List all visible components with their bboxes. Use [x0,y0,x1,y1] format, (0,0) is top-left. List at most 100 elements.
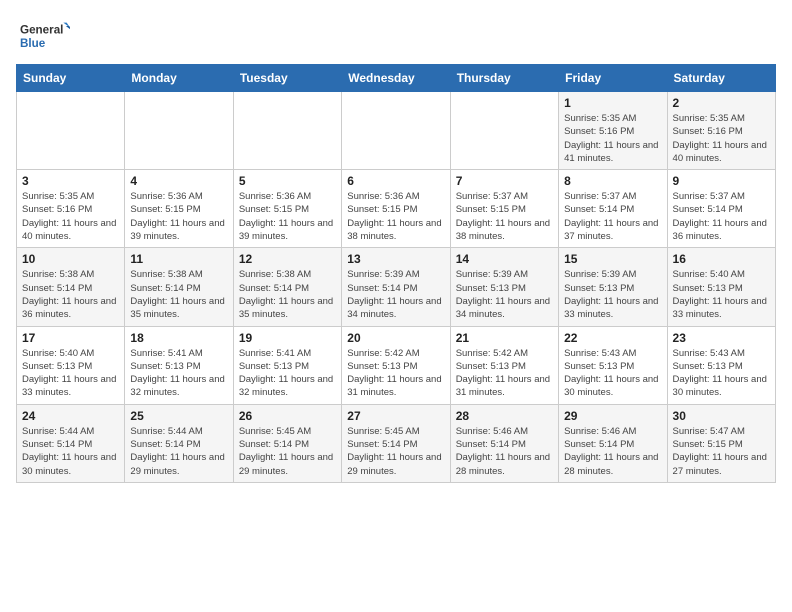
day-number: 30 [673,409,770,423]
calendar-cell: 16 Sunrise: 5:40 AM Sunset: 5:13 PM Dayli… [667,248,775,326]
day-info: Sunrise: 5:46 AM Sunset: 5:14 PM Dayligh… [456,425,553,478]
day-info: Sunrise: 5:41 AM Sunset: 5:13 PM Dayligh… [239,347,336,400]
calendar-wrapper: SundayMondayTuesdayWednesdayThursdayFrid… [0,64,792,491]
calendar-cell: 6 Sunrise: 5:36 AM Sunset: 5:15 PM Daylig… [342,170,450,248]
day-number: 12 [239,252,336,266]
calendar-cell: 7 Sunrise: 5:37 AM Sunset: 5:15 PM Daylig… [450,170,558,248]
calendar-cell [125,92,233,170]
day-number: 11 [130,252,227,266]
day-info: Sunrise: 5:40 AM Sunset: 5:13 PM Dayligh… [673,268,770,321]
day-number: 13 [347,252,444,266]
day-number: 23 [673,331,770,345]
day-number: 9 [673,174,770,188]
day-number: 7 [456,174,553,188]
day-info: Sunrise: 5:36 AM Sunset: 5:15 PM Dayligh… [347,190,444,243]
calendar-cell: 11 Sunrise: 5:38 AM Sunset: 5:14 PM Dayli… [125,248,233,326]
weekday-header: Wednesday [342,65,450,92]
calendar-week-row: 17Sunrise: 5:40 AM Sunset: 5:13 PM Dayli… [17,326,776,404]
calendar-week-row: 1Sunrise: 5:35 AM Sunset: 5:16 PM Daylig… [17,92,776,170]
day-info: Sunrise: 5:45 AM Sunset: 5:14 PM Dayligh… [239,425,336,478]
day-number: 22 [564,331,661,345]
day-number: 26 [239,409,336,423]
calendar-cell: 29Sunrise: 5:46 AM Sunset: 5:14 PM Dayli… [559,404,667,482]
calendar-table: SundayMondayTuesdayWednesdayThursdayFrid… [16,64,776,483]
day-info: Sunrise: 5:42 AM Sunset: 5:13 PM Dayligh… [347,347,444,400]
day-number: 18 [130,331,227,345]
svg-text:Blue: Blue [20,37,46,50]
day-info: Sunrise: 5:43 AM Sunset: 5:13 PM Dayligh… [673,347,770,400]
calendar-week-row: 3Sunrise: 5:35 AM Sunset: 5:16 PM Daylig… [17,170,776,248]
calendar-cell: 15Sunrise: 5:39 AM Sunset: 5:13 PM Dayli… [559,248,667,326]
calendar-cell [450,92,558,170]
day-info: Sunrise: 5:44 AM Sunset: 5:14 PM Dayligh… [130,425,227,478]
calendar-cell [17,92,125,170]
day-number: 16 [673,252,770,266]
day-info: Sunrise: 5:35 AM Sunset: 5:16 PM Dayligh… [673,112,770,165]
page-header: General Blue [0,0,792,64]
day-number: 3 [22,174,119,188]
calendar-cell: 10 Sunrise: 5:38 AM Sunset: 5:14 PM Dayli… [17,248,125,326]
day-number: 25 [130,409,227,423]
calendar-cell: 14 Sunrise: 5:39 AM Sunset: 5:13 PM Dayli… [450,248,558,326]
weekday-header: Thursday [450,65,558,92]
day-number: 21 [456,331,553,345]
day-info: Sunrise: 5:46 AM Sunset: 5:14 PM Dayligh… [564,425,661,478]
calendar-cell: 22 Sunrise: 5:43 AM Sunset: 5:13 PM Dayli… [559,326,667,404]
weekday-row: SundayMondayTuesdayWednesdayThursdayFrid… [17,65,776,92]
day-info: Sunrise: 5:38 AM Sunset: 5:14 PM Dayligh… [130,268,227,321]
calendar-header: SundayMondayTuesdayWednesdayThursdayFrid… [17,65,776,92]
day-number: 24 [22,409,119,423]
calendar-cell: 13 Sunrise: 5:39 AM Sunset: 5:14 PM Dayli… [342,248,450,326]
calendar-week-row: 24 Sunrise: 5:44 AM Sunset: 5:14 PM Dayli… [17,404,776,482]
calendar-cell: 30 Sunrise: 5:47 AM Sunset: 5:15 PM Dayli… [667,404,775,482]
calendar-cell: 18 Sunrise: 5:41 AM Sunset: 5:13 PM Dayli… [125,326,233,404]
calendar-cell: 28 Sunrise: 5:46 AM Sunset: 5:14 PM Dayli… [450,404,558,482]
weekday-header: Saturday [667,65,775,92]
day-number: 20 [347,331,444,345]
weekday-header: Monday [125,65,233,92]
day-info: Sunrise: 5:38 AM Sunset: 5:14 PM Dayligh… [22,268,119,321]
day-number: 8 [564,174,661,188]
day-info: Sunrise: 5:37 AM Sunset: 5:15 PM Dayligh… [456,190,553,243]
day-info: Sunrise: 5:43 AM Sunset: 5:13 PM Dayligh… [564,347,661,400]
calendar-cell: 8 Sunrise: 5:37 AM Sunset: 5:14 PM Daylig… [559,170,667,248]
calendar-cell: 1Sunrise: 5:35 AM Sunset: 5:16 PM Daylig… [559,92,667,170]
day-number: 10 [22,252,119,266]
calendar-cell: 5 Sunrise: 5:36 AM Sunset: 5:15 PM Daylig… [233,170,341,248]
day-number: 28 [456,409,553,423]
day-info: Sunrise: 5:38 AM Sunset: 5:14 PM Dayligh… [239,268,336,321]
day-info: Sunrise: 5:36 AM Sunset: 5:15 PM Dayligh… [239,190,336,243]
day-number: 2 [673,96,770,110]
day-info: Sunrise: 5:39 AM Sunset: 5:13 PM Dayligh… [456,268,553,321]
day-info: Sunrise: 5:44 AM Sunset: 5:14 PM Dayligh… [22,425,119,478]
day-info: Sunrise: 5:36 AM Sunset: 5:15 PM Dayligh… [130,190,227,243]
calendar-body: 1Sunrise: 5:35 AM Sunset: 5:16 PM Daylig… [17,92,776,483]
day-info: Sunrise: 5:37 AM Sunset: 5:14 PM Dayligh… [564,190,661,243]
logo: General Blue [20,16,70,56]
day-number: 19 [239,331,336,345]
logo-svg: General Blue [20,16,70,56]
calendar-cell: 21 Sunrise: 5:42 AM Sunset: 5:13 PM Dayli… [450,326,558,404]
calendar-cell: 4Sunrise: 5:36 AM Sunset: 5:15 PM Daylig… [125,170,233,248]
day-info: Sunrise: 5:47 AM Sunset: 5:15 PM Dayligh… [673,425,770,478]
calendar-cell: 20 Sunrise: 5:42 AM Sunset: 5:13 PM Dayli… [342,326,450,404]
day-info: Sunrise: 5:45 AM Sunset: 5:14 PM Dayligh… [347,425,444,478]
day-number: 6 [347,174,444,188]
day-info: Sunrise: 5:42 AM Sunset: 5:13 PM Dayligh… [456,347,553,400]
calendar-cell: 27 Sunrise: 5:45 AM Sunset: 5:14 PM Dayli… [342,404,450,482]
weekday-header: Tuesday [233,65,341,92]
day-number: 27 [347,409,444,423]
calendar-cell: 17Sunrise: 5:40 AM Sunset: 5:13 PM Dayli… [17,326,125,404]
calendar-cell [233,92,341,170]
day-info: Sunrise: 5:39 AM Sunset: 5:13 PM Dayligh… [564,268,661,321]
day-number: 17 [22,331,119,345]
svg-text:General: General [20,24,63,37]
day-info: Sunrise: 5:41 AM Sunset: 5:13 PM Dayligh… [130,347,227,400]
calendar-cell: 25 Sunrise: 5:44 AM Sunset: 5:14 PM Dayli… [125,404,233,482]
day-number: 14 [456,252,553,266]
day-info: Sunrise: 5:39 AM Sunset: 5:14 PM Dayligh… [347,268,444,321]
day-number: 5 [239,174,336,188]
calendar-week-row: 10 Sunrise: 5:38 AM Sunset: 5:14 PM Dayli… [17,248,776,326]
calendar-cell: 23 Sunrise: 5:43 AM Sunset: 5:13 PM Dayli… [667,326,775,404]
weekday-header: Sunday [17,65,125,92]
